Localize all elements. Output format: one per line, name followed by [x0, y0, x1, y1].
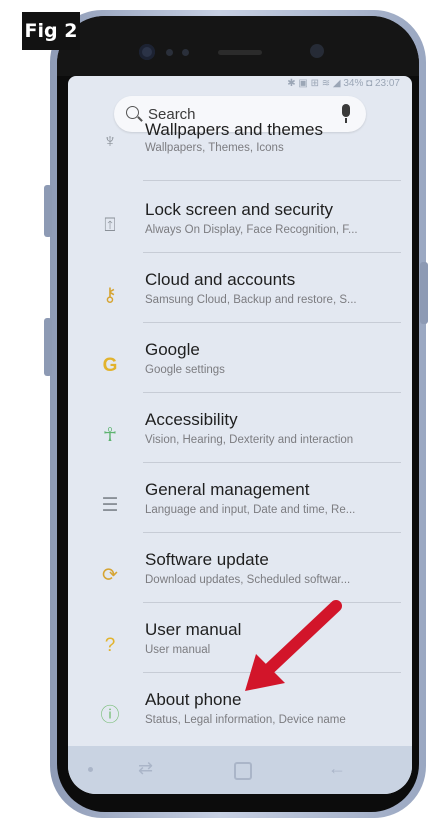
status-text: 34% ◘ 23:07 — [343, 78, 400, 89]
info-circle-icon: ⓘ — [100, 705, 120, 726]
search-icon — [126, 106, 139, 119]
home-button-icon[interactable] — [234, 762, 252, 780]
accessibility-person-icon: ☥ — [102, 425, 118, 446]
list-divider — [143, 322, 401, 323]
google-g-icon: G — [102, 355, 118, 376]
settings-item-title: User manual — [145, 620, 242, 639]
settings-item-google[interactable]: G Google Google settings — [68, 336, 412, 406]
settings-item-title: About phone — [145, 690, 242, 709]
notification-icons: ✱ ▣ ⊞ ≋ ◢ — [287, 78, 344, 89]
settings-item-subtitle: Samsung Cloud, Backup and restore, S... — [145, 294, 357, 306]
list-divider — [143, 462, 401, 463]
status-bar: ✱ ▣ ⊞ ≋ ◢ 34% ◘ 23:07 — [287, 78, 400, 94]
settings-item-title: Cloud and accounts — [145, 270, 296, 289]
phone-screen: ✱ ▣ ⊞ ≋ ◢ 34% ◘ 23:07 Search ♆ Wallpaper… — [68, 76, 412, 794]
top-bezel — [57, 16, 419, 76]
settings-item-title: Lock screen and security — [145, 200, 334, 219]
settings-item-title: Accessibility — [145, 410, 238, 429]
settings-item-accessibility[interactable]: ☥ Accessibility Vision, Hearing, Dexteri… — [68, 406, 412, 476]
settings-item-subtitle: Google settings — [145, 364, 225, 376]
settings-item-subtitle: Vision, Hearing, Dexterity and interacti… — [145, 434, 354, 446]
list-divider — [143, 532, 401, 533]
settings-item-user-manual[interactable]: ? User manual User manual — [68, 616, 412, 686]
settings-item-general-management[interactable]: ☰ General management Language and input,… — [68, 476, 412, 546]
volume-button — [44, 318, 52, 376]
settings-item-subtitle: Status, Legal information, Device name — [145, 714, 346, 726]
sliders-icon: ☰ — [101, 495, 119, 516]
back-arrow-icon[interactable]: ← — [328, 758, 346, 779]
settings-item-subtitle: Wallpapers, Themes, Icons — [145, 142, 284, 154]
question-book-icon: ? — [104, 635, 116, 656]
list-divider — [143, 392, 401, 393]
bixby-button — [44, 185, 52, 237]
microphone-icon[interactable] — [342, 104, 350, 123]
list-divider — [143, 252, 401, 253]
settings-item-title: General management — [145, 480, 310, 499]
padlock-icon: ⍐ — [104, 215, 116, 236]
nav-hint-dot — [88, 767, 93, 772]
list-divider — [143, 672, 401, 673]
settings-item-title: Software update — [145, 550, 269, 569]
settings-item-subtitle: Language and input, Date and time, Re... — [145, 504, 356, 516]
settings-item-title: Google — [145, 340, 200, 359]
list-divider — [143, 180, 401, 181]
figure-label: Fig 2 — [22, 12, 80, 50]
settings-item-lock-screen[interactable]: ⍐ Lock screen and security Always On Dis… — [68, 196, 412, 266]
navigation-bar: ⇄ ← — [68, 746, 412, 794]
iris-camera-icon — [139, 44, 155, 60]
earpiece-speaker — [218, 50, 262, 55]
front-camera-icon — [310, 44, 324, 58]
brush-icon: ♆ — [102, 131, 118, 152]
power-button — [420, 262, 428, 324]
key-icon: ⚷ — [103, 285, 117, 306]
settings-item-subtitle: Always On Display, Face Recognition, F..… — [145, 224, 358, 236]
recent-apps-icon[interactable]: ⇄ — [138, 758, 153, 779]
settings-item-wallpapers[interactable]: ♆ Wallpapers and themes Wallpapers, Them… — [68, 120, 412, 196]
sensor-dot — [182, 49, 189, 56]
settings-item-subtitle: User manual — [145, 644, 211, 656]
settings-item-subtitle: Download updates, Scheduled softwar... — [145, 574, 351, 586]
sensor-dot — [166, 49, 173, 56]
update-icon: ⟳ — [102, 565, 118, 586]
settings-item-title: Wallpapers and themes — [145, 120, 323, 139]
list-divider — [143, 602, 401, 603]
settings-item-software-update[interactable]: ⟳ Software update Download updates, Sche… — [68, 546, 412, 616]
settings-item-cloud-accounts[interactable]: ⚷ Cloud and accounts Samsung Cloud, Back… — [68, 266, 412, 336]
